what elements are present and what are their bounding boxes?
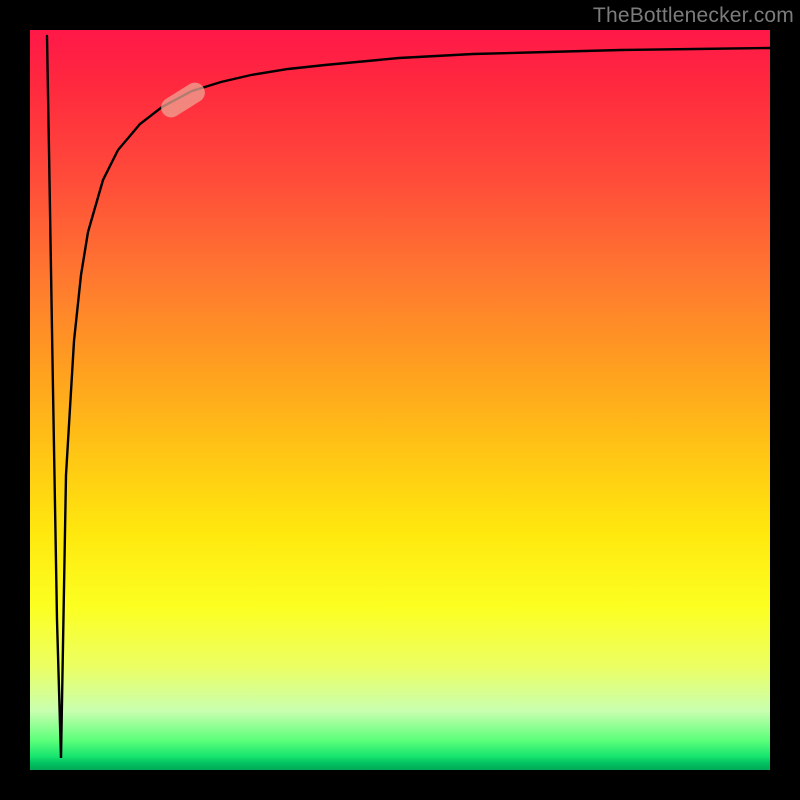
chart-stage: TheBottlenecker.com [0,0,800,800]
watermark: TheBottlenecker.com [593,4,794,28]
bottleneck-curve [47,36,770,758]
plot-area [30,30,770,770]
curve-layer [30,30,770,770]
